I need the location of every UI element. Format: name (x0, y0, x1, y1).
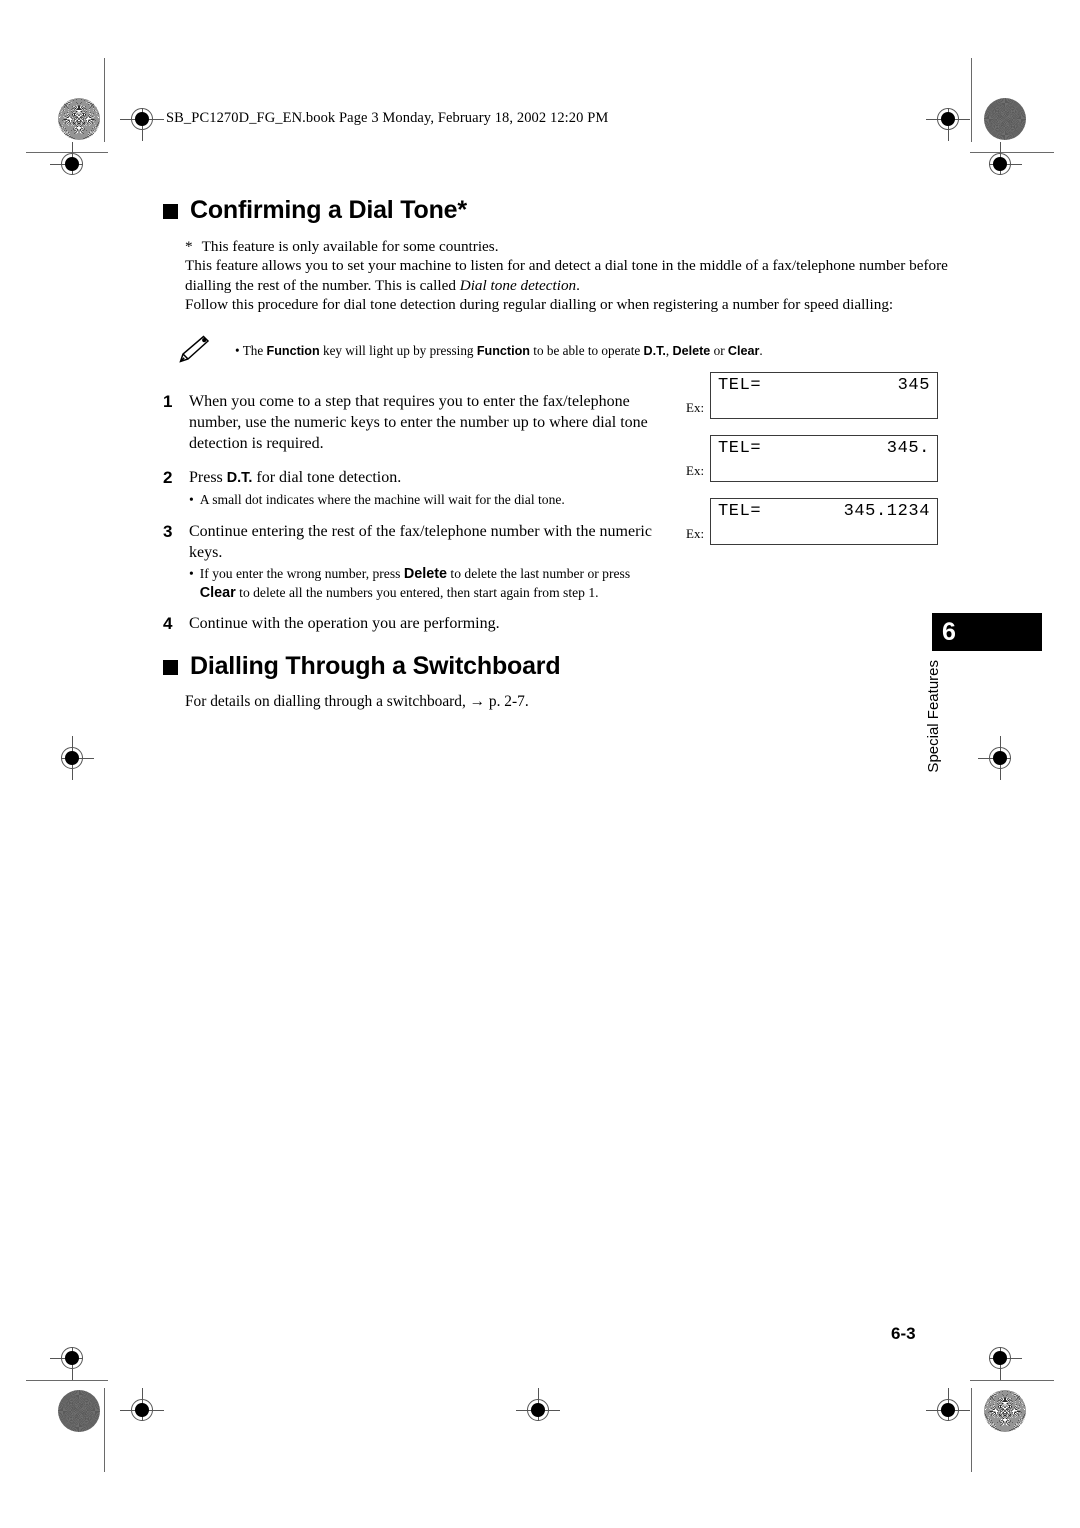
section-heading-label: Dialling Through a Switchboard (190, 652, 561, 681)
registration-mark-left-upper (50, 142, 94, 186)
lcd-display: TEL= 345. (710, 435, 938, 482)
note-text-1: The (242, 342, 267, 358)
step-number: 1 (163, 391, 173, 411)
note-bold-dt: D.T. (643, 343, 666, 358)
step3-sub-text-a: If you enter the wrong number, press (199, 566, 404, 582)
trim-rule-bottom-left (104, 1388, 105, 1472)
lcd-value: 345.1234 (843, 502, 930, 521)
rosette-mark-top-right (984, 98, 1026, 140)
step2-text-b: for dial tone detection. (252, 468, 402, 486)
intro-paragraph-1-part-b: . (576, 276, 580, 294)
sub-bullet-text: A small dot indicates where the machine … (199, 491, 565, 507)
step2-text-a: Press (189, 468, 227, 486)
book-running-header: SB_PC1270D_FG_EN.book Page 3 Monday, Feb… (166, 110, 609, 126)
rosette-mark-bottom-right (984, 1390, 1026, 1432)
step3-bold-delete: Delete (403, 566, 448, 583)
registration-mark-right-upper (978, 142, 1022, 186)
chapter-tab-number: 6 (932, 613, 1042, 651)
note-text: • The Function key will light up by pres… (235, 332, 763, 360)
lcd-ex-label: Ex: (686, 526, 705, 541)
note-bold-delete: Delete (672, 343, 711, 358)
sub-bullet-glyph: • (189, 566, 194, 582)
trim-rule-top-right (971, 58, 972, 142)
square-bullet-icon (163, 204, 178, 219)
intro-body: * This feature is only available for som… (185, 237, 953, 315)
step-body: Press D.T. for dial tone detection. • A … (189, 467, 667, 509)
section-heading-label: Confirming a Dial Tone* (190, 196, 467, 224)
step-number: 3 (163, 522, 173, 542)
chapter-tab-label: Special Features (925, 660, 942, 773)
lcd-display: TEL= 345 (710, 372, 938, 419)
rosette-mark-bottom-left (58, 1390, 100, 1432)
footnote-line: * This feature is only available for som… (185, 237, 953, 256)
registration-mark-top-left (120, 97, 164, 141)
pencil-icon (177, 332, 223, 369)
step-number: 2 (163, 467, 173, 487)
note-callout: • The Function key will light up by pres… (177, 332, 953, 369)
sub-bullet-glyph: • (189, 491, 194, 507)
lcd-display: TEL= 345.1234 (710, 498, 938, 545)
step-body: Continue with the operation you are perf… (189, 615, 500, 633)
step3-sub-bullet: • If you enter the wrong number, press D… (189, 565, 667, 602)
trim-rule-bottom-right (971, 1388, 972, 1472)
registration-mark-bottom-right (926, 1388, 970, 1432)
trim-rule-top-left (104, 58, 105, 142)
lcd-ex-label: Ex: (686, 400, 705, 415)
step-number: 4 (163, 614, 173, 634)
step3-sub-text-c: to delete all the numbers you entered, t… (235, 584, 599, 600)
dial-tone-detection-term: Dial tone detection (459, 276, 577, 294)
section-heading-switchboard: Dialling Through a Switchboard (163, 652, 953, 681)
registration-mark-top-right (926, 97, 970, 141)
step3-bold-clear: Clear (199, 584, 236, 601)
lcd-value: 345. (886, 439, 930, 458)
note-text-6: . (759, 342, 763, 358)
registration-mark-right-middle (978, 736, 1022, 780)
intro-paragraph-2: Follow this procedure for dial tone dete… (185, 296, 894, 314)
intro-paragraph-1: This feature allows you to set your mach… (185, 256, 953, 295)
lcd-prompt: TEL= (718, 376, 762, 395)
step2-bold-dt: D.T. (226, 469, 253, 486)
step-body: Continue entering the rest of the fax/te… (189, 521, 667, 602)
page-number: 6-3 (891, 1324, 916, 1343)
trim-rule-right-lower (970, 1380, 1054, 1381)
step3-sub-text-b: to delete the last number or press (447, 566, 631, 582)
registration-mark-left-lower (50, 1336, 94, 1380)
sub-bullet-text: If you enter the wrong number, press Del… (200, 565, 667, 602)
lcd-prompt: TEL= (718, 502, 762, 521)
note-bold-function-2: Function (476, 343, 530, 358)
note-text-2: key will light up by pressing (319, 342, 477, 358)
square-bullet-icon (163, 660, 178, 676)
footnote-marker: * (185, 238, 193, 255)
lcd-value: 345 (897, 376, 930, 395)
note-bold-clear: Clear (727, 343, 760, 358)
registration-mark-bottom-left (120, 1388, 164, 1432)
step-body: When you come to a step that requires yo… (189, 392, 648, 452)
switchboard-body: For details on dialling through a switch… (185, 693, 529, 711)
step2-sub-bullet: • A small dot indicates where the machin… (189, 491, 667, 509)
registration-mark-bottom-center (516, 1388, 560, 1432)
note-bullet: • (235, 342, 240, 358)
lcd-prompt: TEL= (718, 439, 762, 458)
step3-text: Continue entering the rest of the fax/te… (189, 523, 652, 562)
rosette-mark-top-left (58, 98, 100, 140)
note-text-5: or (710, 342, 728, 358)
note-text-4: , (665, 342, 673, 358)
lcd-ex-label: Ex: (686, 463, 705, 478)
trim-rule-left-lower (26, 1380, 108, 1381)
footnote-text: This feature is only available for some … (201, 238, 499, 255)
note-bold-function-1: Function (266, 343, 320, 358)
page-title: Confirming a Dial Tone* (163, 196, 953, 225)
step-item: 4 Continue with the operation you are pe… (163, 613, 953, 634)
registration-mark-right-lower (978, 1336, 1022, 1380)
registration-mark-left-middle (50, 736, 94, 780)
note-text-3: to be able to operate (530, 342, 644, 358)
